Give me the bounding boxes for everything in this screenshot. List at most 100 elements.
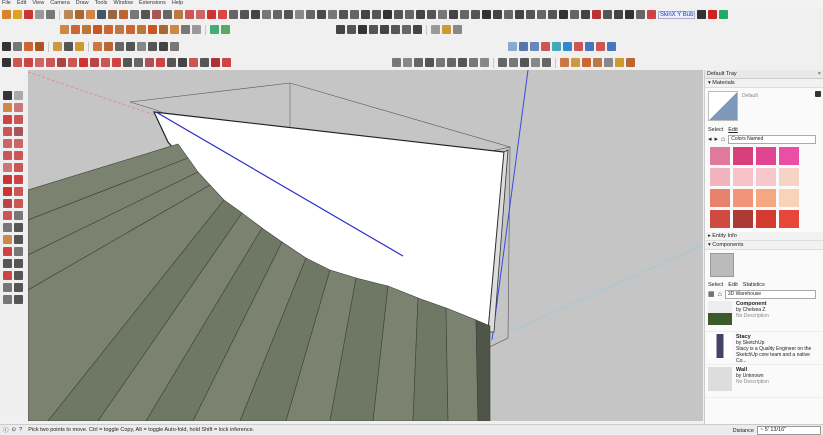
tool-icon[interactable] — [328, 10, 337, 19]
zoom-window-icon[interactable] — [14, 259, 23, 268]
tool-icon[interactable] — [148, 25, 157, 34]
section-icon[interactable] — [14, 295, 23, 304]
tool-icon[interactable] — [526, 10, 535, 19]
list-item[interactable]: Stacy by SketchUp Stacy is a Quality Engin… — [705, 332, 823, 365]
axes-icon[interactable] — [3, 235, 12, 244]
tool-icon[interactable] — [115, 25, 124, 34]
pushpull-icon[interactable] — [14, 175, 23, 184]
tool-icon[interactable] — [458, 58, 467, 67]
tool-icon[interactable] — [615, 58, 624, 67]
tool-icon[interactable] — [137, 25, 146, 34]
tool-icon[interactable] — [394, 10, 403, 19]
tool-icon[interactable] — [115, 42, 124, 51]
swatch[interactable] — [733, 189, 753, 207]
materials-header[interactable]: ▾ Materials — [705, 79, 823, 88]
offset-icon[interactable] — [14, 199, 23, 208]
tool-icon[interactable] — [614, 10, 623, 19]
tool-icon[interactable] — [581, 10, 590, 19]
tool-icon[interactable] — [582, 58, 591, 67]
tool-icon[interactable] — [416, 10, 425, 19]
tool-icon[interactable] — [530, 42, 539, 51]
tool-icon[interactable] — [607, 42, 616, 51]
swatch[interactable] — [733, 210, 753, 228]
tool-icon[interactable] — [383, 10, 392, 19]
tool-icon[interactable] — [425, 58, 434, 67]
lookaround-icon[interactable] — [3, 295, 12, 304]
tool-icon[interactable] — [603, 10, 612, 19]
tool-icon[interactable] — [163, 10, 172, 19]
list-item[interactable]: Component by Chelsea Z No Description — [705, 299, 823, 332]
tool-icon[interactable] — [60, 25, 69, 34]
swatch[interactable] — [756, 168, 776, 186]
tool-icon[interactable] — [137, 42, 146, 51]
tool-icon[interactable] — [447, 58, 456, 67]
freehand-icon[interactable] — [14, 115, 23, 124]
tool-icon[interactable] — [697, 10, 707, 19]
extension-icon[interactable] — [211, 58, 220, 67]
menu-view[interactable]: View — [32, 0, 44, 7]
tool-icon[interactable] — [493, 10, 502, 19]
menu-file[interactable]: File — [2, 0, 11, 7]
tool-icon[interactable] — [350, 10, 359, 19]
tool-icon[interactable] — [427, 10, 436, 19]
tool-icon[interactable] — [708, 10, 718, 19]
tool-icon[interactable] — [251, 10, 260, 19]
tool-icon[interactable] — [229, 10, 238, 19]
tool-icon[interactable] — [64, 10, 73, 19]
dimension-icon[interactable] — [14, 211, 23, 220]
paint-icon[interactable] — [145, 58, 154, 67]
tool-icon[interactable] — [75, 10, 84, 19]
swatch[interactable] — [710, 168, 730, 186]
tool-icon[interactable] — [339, 10, 348, 19]
rotated-rect-icon[interactable] — [14, 127, 23, 136]
tool-icon[interactable] — [148, 42, 157, 51]
offset-icon[interactable] — [101, 58, 110, 67]
tool-icon[interactable] — [585, 42, 594, 51]
tool-icon[interactable] — [626, 58, 635, 67]
tool-icon[interactable] — [181, 25, 190, 34]
menu-help[interactable]: Help — [172, 0, 183, 7]
tool-icon[interactable] — [141, 10, 150, 19]
tool-icon[interactable] — [391, 25, 400, 34]
tab-select[interactable]: Select — [708, 126, 723, 134]
tool-icon[interactable] — [380, 25, 389, 34]
tool-icon[interactable] — [574, 42, 583, 51]
tool-icon[interactable] — [24, 42, 33, 51]
tool-icon[interactable] — [508, 42, 517, 51]
tool-icon[interactable] — [647, 10, 656, 19]
tool-icon[interactable] — [482, 10, 491, 19]
stop-icon[interactable] — [35, 10, 44, 19]
menu-draw[interactable]: Draw — [76, 0, 89, 7]
colors-dropdown[interactable]: Colors Named — [728, 134, 816, 144]
tool-icon[interactable] — [436, 58, 445, 67]
swatch[interactable] — [710, 210, 730, 228]
axes-icon[interactable] — [134, 58, 143, 67]
tool-icon[interactable] — [240, 10, 249, 19]
tool-icon[interactable] — [504, 10, 513, 19]
followme-icon[interactable] — [14, 187, 23, 196]
arc2-icon[interactable] — [3, 163, 12, 172]
tool-icon[interactable] — [174, 10, 183, 19]
warehouse-search[interactable]: 3D Warehouse — [724, 289, 816, 299]
brand-label[interactable]: SkinX Y Bub — [658, 10, 696, 19]
tool-icon[interactable] — [469, 58, 478, 67]
tool-icon[interactable] — [170, 25, 179, 34]
tool-icon[interactable] — [358, 25, 367, 34]
tool-icon[interactable] — [438, 10, 447, 19]
swatch[interactable] — [733, 147, 753, 165]
tool-icon[interactable] — [519, 42, 528, 51]
tool-icon[interactable] — [559, 10, 568, 19]
tape-icon[interactable] — [112, 58, 121, 67]
warehouse-icon[interactable] — [200, 58, 209, 67]
text-icon[interactable] — [14, 223, 23, 232]
zoom-extents-icon[interactable] — [3, 271, 12, 280]
component-preview[interactable] — [710, 253, 734, 277]
tool-icon[interactable] — [563, 42, 572, 51]
tool-icon[interactable] — [295, 10, 304, 19]
circle-icon[interactable] — [3, 139, 12, 148]
tool-icon[interactable] — [13, 42, 22, 51]
line-tool-icon[interactable] — [185, 10, 194, 19]
pencil-icon[interactable] — [3, 115, 12, 124]
step-icon[interactable] — [46, 10, 55, 19]
pencil-icon[interactable] — [24, 58, 33, 67]
